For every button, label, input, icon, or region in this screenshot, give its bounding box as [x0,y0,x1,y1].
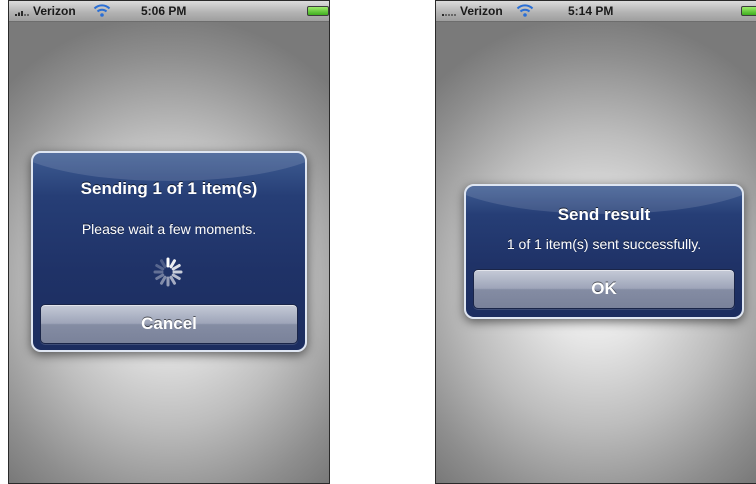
alert-message: 1 of 1 item(s) sent successfully. [506,236,702,252]
ok-button[interactable]: OK [473,269,735,309]
battery-icon [741,6,756,16]
battery-icon [307,6,329,16]
carrier-name: Verizon [33,4,76,18]
phone-screen-sending: Verizon 5:06 PM Sending 1 of 1 item(s) P… [8,0,330,484]
spinner-icon [153,257,183,287]
signal-strength-icon [442,14,456,16]
alert-message: Please wait a few moments. [81,221,257,237]
alert-title: Sending 1 of 1 item(s) [80,179,258,198]
status-time: 5:14 PM [568,4,614,18]
status-bar: Verizon 5:06 PM [9,1,329,22]
wifi-icon [516,4,534,17]
signal-strength-icon [15,11,29,16]
status-time: 5:06 PM [141,4,187,18]
status-bar: Verizon 5:14 PM [436,1,756,22]
alert-title: Send result [557,205,651,224]
send-result-alert: Send result 1 of 1 item(s) sent successf… [464,184,744,319]
wifi-icon [93,4,111,17]
sending-alert: Sending 1 of 1 item(s) Please wait a few… [31,151,307,352]
cancel-button[interactable]: Cancel [40,304,298,344]
phone-screen-result: Verizon 5:14 PM Send result 1 of 1 item(… [435,0,756,484]
carrier-name: Verizon [460,4,503,18]
